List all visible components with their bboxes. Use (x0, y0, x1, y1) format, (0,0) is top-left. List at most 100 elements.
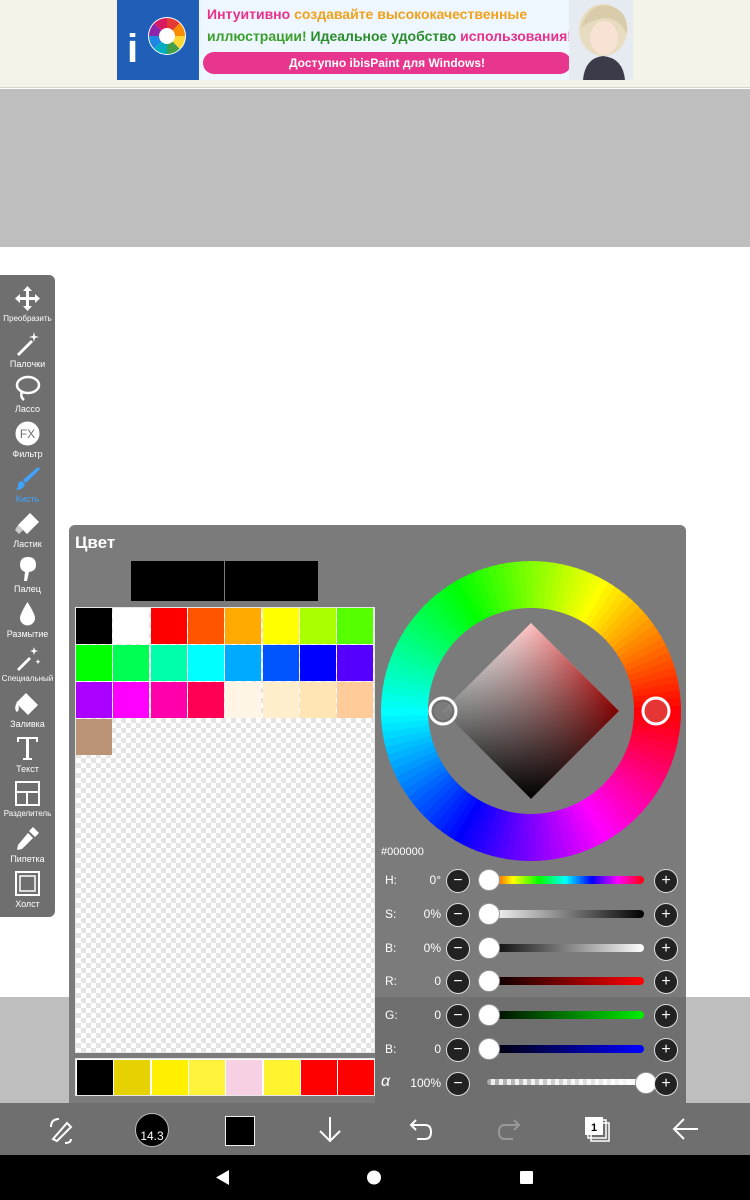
palette-swatch[interactable] (76, 608, 112, 644)
undo-icon (409, 1119, 433, 1140)
increment-button[interactable]: + (654, 1004, 678, 1029)
download-button[interactable] (305, 1103, 355, 1155)
slider-track[interactable] (487, 1045, 644, 1053)
slider-knob[interactable] (478, 1004, 500, 1027)
back-button[interactable] (660, 1103, 710, 1155)
tool-finger[interactable]: Палец (0, 553, 55, 598)
tool-brush[interactable]: Кисть (0, 463, 55, 508)
slider-row: α 100% − + (375, 1067, 686, 1101)
palette-swatch[interactable] (76, 645, 112, 681)
tool-eraser[interactable]: Ластик (0, 508, 55, 553)
slider-track[interactable] (487, 943, 644, 952)
slider-track[interactable] (487, 1011, 644, 1020)
increment-button[interactable]: + (654, 1071, 678, 1096)
recent-color-swatch[interactable] (264, 1060, 300, 1095)
palette-swatch[interactable] (113, 682, 149, 718)
nav-recents-icon[interactable] (520, 1171, 533, 1184)
palette-swatch[interactable] (188, 682, 224, 718)
palette-swatch[interactable] (337, 645, 373, 681)
decrement-button[interactable]: − (446, 869, 470, 893)
brush-size-indicator[interactable]: 14.3 (135, 1113, 169, 1147)
palette-swatch[interactable] (263, 608, 299, 644)
recent-color-swatch[interactable] (338, 1060, 374, 1095)
decrement-button[interactable]: − (446, 936, 470, 961)
previous-color-swatch[interactable] (131, 561, 224, 601)
slider-track[interactable] (487, 977, 644, 986)
decrement-button[interactable]: − (446, 902, 470, 927)
recent-color-swatch[interactable] (114, 1060, 150, 1095)
tool-transform[interactable]: Преобразить (0, 283, 55, 328)
nav-home-icon[interactable] (367, 1170, 381, 1185)
decrement-button[interactable]: − (446, 1071, 470, 1096)
ad-banner[interactable]: i Интуитивно создавайте высококачественн… (117, 0, 633, 80)
tool-text[interactable]: Текст (0, 733, 55, 778)
tool-filter[interactable]: FX Фильтр (0, 418, 55, 463)
nav-back-icon[interactable] (216, 1170, 229, 1185)
recent-color-swatch[interactable] (189, 1060, 225, 1095)
redo-button[interactable] (485, 1103, 535, 1155)
palette-swatch[interactable] (113, 608, 149, 644)
palette-swatch[interactable] (188, 645, 224, 681)
current-color-swatch[interactable] (225, 561, 318, 601)
palette-swatch[interactable] (76, 719, 112, 755)
layers-button[interactable]: 1 (572, 1103, 622, 1155)
hex-value[interactable]: #000000 (381, 846, 424, 858)
decrement-button[interactable]: − (446, 970, 470, 995)
decrement-button[interactable]: − (446, 1038, 470, 1062)
current-color-button[interactable] (225, 1116, 255, 1146)
palette-swatch[interactable] (263, 682, 299, 718)
palette-swatch[interactable] (151, 608, 187, 644)
increment-button[interactable]: + (654, 902, 678, 927)
ad-cta-button[interactable]: Доступно ibisPaint для Windows! (203, 52, 571, 74)
slider-track[interactable] (487, 909, 644, 918)
palette-swatch[interactable] (76, 682, 112, 718)
tool-special[interactable]: Специальный (0, 643, 55, 688)
slider-knob[interactable] (478, 902, 500, 925)
palette-swatch[interactable] (225, 608, 261, 644)
palette-swatch[interactable] (225, 682, 261, 718)
palette-swatch[interactable] (225, 645, 261, 681)
palette-swatch[interactable] (300, 645, 336, 681)
slider-knob[interactable] (478, 936, 500, 959)
fx-filter-icon: FX (15, 421, 40, 446)
palette-swatch[interactable] (113, 645, 149, 681)
decrement-button[interactable]: − (446, 1004, 470, 1029)
tool-fill[interactable]: Заливка (0, 688, 55, 733)
slider-knob[interactable] (478, 970, 500, 993)
undo-button[interactable] (395, 1103, 445, 1155)
slider-track[interactable] (487, 876, 644, 884)
increment-button[interactable]: + (654, 869, 678, 893)
palette-swatch[interactable] (263, 645, 299, 681)
tool-blur[interactable]: Размытие (0, 598, 55, 643)
recent-color-swatch[interactable] (77, 1060, 113, 1095)
slider-value: 0 (434, 974, 441, 989)
color-wheel[interactable] (381, 561, 681, 861)
tool-divider[interactable]: Разделитель (0, 778, 55, 823)
finger-smudge-icon (20, 557, 36, 581)
recent-color-swatch[interactable] (226, 1060, 262, 1095)
palette-swatch[interactable] (188, 608, 224, 644)
slider-row: R: 0− + (375, 965, 686, 999)
tool-eyedropper[interactable]: Пипетка (0, 823, 55, 868)
slider-knob[interactable] (478, 1038, 500, 1060)
slider-track[interactable] (487, 1078, 644, 1085)
slider-knob[interactable] (478, 869, 500, 891)
swap-tool-button[interactable] (37, 1103, 87, 1155)
hue-cursor[interactable] (641, 696, 671, 726)
recent-color-swatch[interactable] (152, 1060, 188, 1095)
slider-row: H: 0° − + (375, 864, 686, 898)
palette-swatch[interactable] (151, 682, 187, 718)
palette-swatch[interactable] (337, 682, 373, 718)
increment-button[interactable]: + (654, 936, 678, 961)
tool-lasso[interactable]: Лассо (0, 373, 55, 418)
increment-button[interactable]: + (654, 970, 678, 995)
palette-swatch[interactable] (337, 608, 373, 644)
increment-button[interactable]: + (654, 1038, 678, 1062)
recent-color-swatch[interactable] (301, 1060, 337, 1095)
tool-canvas[interactable]: Холст (0, 868, 55, 913)
tool-magic-wand[interactable]: Палочки (0, 328, 55, 373)
palette-swatch[interactable] (300, 608, 336, 644)
palette-swatch[interactable] (300, 682, 336, 718)
eraser-icon (15, 513, 39, 534)
palette-swatch[interactable] (151, 645, 187, 681)
